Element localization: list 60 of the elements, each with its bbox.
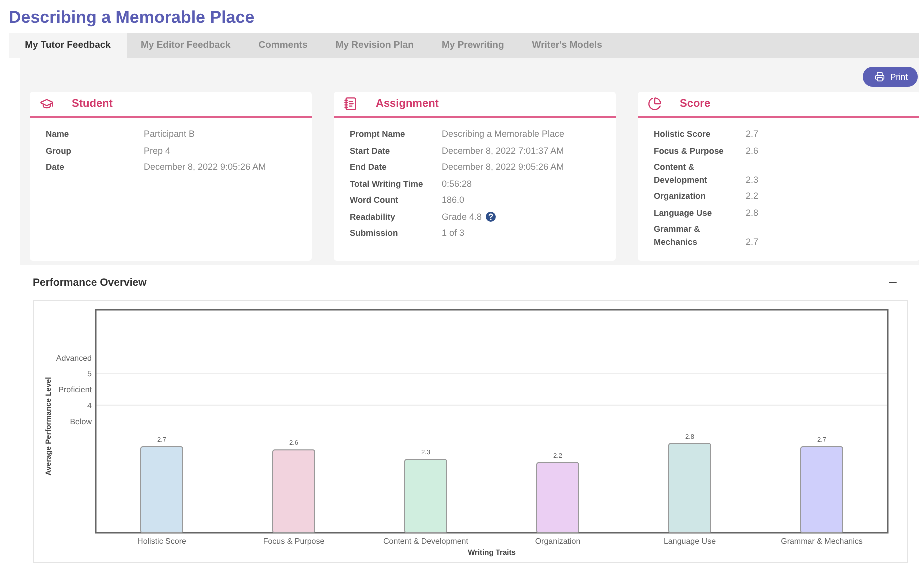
field-label: Group [46,144,72,157]
tab[interactable]: My Editor Feedback [127,33,245,58]
field-value: 0:56:28 [442,178,472,190]
card-title: Score [680,98,711,110]
field-label: Grammar & Mechanics [654,223,702,248]
field-label: Prompt Name [350,128,406,140]
card-title: Student [72,98,113,110]
field-label: Holistic Score [654,128,712,140]
field-value: 2.7 [746,236,759,248]
field-value: Participant B [144,128,196,140]
field-value: 1 of 3 [442,227,465,240]
field-label: Content & Development [654,161,708,186]
x-category-label: Language Use [664,537,716,546]
field-value: 2.3 [746,174,759,186]
tab[interactable]: Writer's Models [518,33,616,58]
field-label: Word Count [350,194,400,206]
field-value: December 8, 2022 9:05:26 AM [144,161,266,174]
y-tick-label: Proficient [58,386,92,395]
y-tick-label: 5 [88,370,92,379]
field-label: Language Use [654,206,714,219]
y-tick-label: Below [70,418,92,426]
x-category-label: Holistic Score [138,537,186,546]
field-label: Start Date [350,144,392,157]
tab[interactable]: Comments [244,33,322,58]
print-button[interactable]: Print [862,67,918,87]
field-value: 2.6 [746,144,759,157]
field-label: Name [46,128,70,140]
field-value: December 8, 2022 7:01:37 AM [442,144,564,157]
section-title: Performance Overview [33,276,147,288]
tab[interactable]: My Tutor Feedback [9,33,127,58]
field-value: Prep 4 [144,144,171,157]
tab[interactable]: My Prewriting [428,33,518,58]
x-category-label: Organization [535,537,581,546]
field-label: Date [46,161,66,174]
field-value: Grade 4.8 [442,210,482,223]
tab[interactable]: My Revision Plan [322,33,428,58]
help-icon[interactable] [486,212,496,222]
notebook-icon [344,97,358,111]
field-value: December 8, 2022 9:05:26 AM [442,161,564,174]
printer-icon [874,72,885,82]
field-value: 2.7 [746,128,759,140]
field-value: 186.0 [442,194,465,206]
field-label: Total Writing Time [350,178,424,190]
field-label: Readability [350,210,396,223]
card-title: Assignment [376,98,439,110]
field-value: 2.8 [746,206,759,219]
pie-chart-icon [648,97,662,111]
page-title: Describing a Memorable Place [8,7,256,29]
graduation-cap-icon [40,97,54,111]
field-value: 2.2 [746,190,759,202]
field-label: Organization [654,190,707,202]
field-label: End Date [350,161,388,174]
field-label: Focus & Purpose [654,144,725,157]
x-category-label: Grammar & Mechanics [781,537,863,546]
field-value: Describing a Memorable Place [442,128,565,140]
x-category-label: Content & Development [384,537,468,546]
y-tick-label: Advanced [56,354,92,363]
field-label: Submission [350,227,400,240]
y-tick-label: 4 [88,402,92,411]
x-category-label: Focus & Purpose [263,537,325,546]
